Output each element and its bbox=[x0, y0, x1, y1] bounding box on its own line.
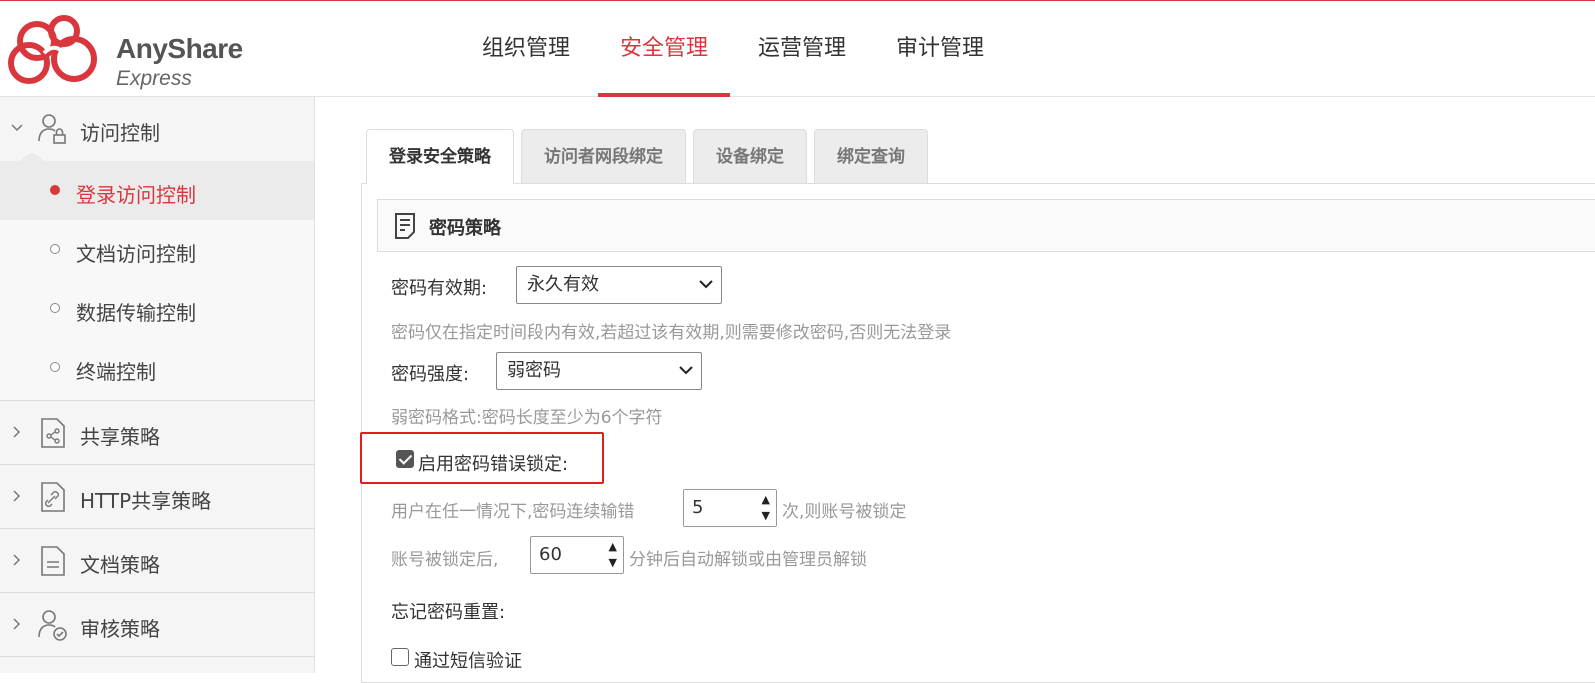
strength-label: 密码强度: bbox=[391, 364, 470, 385]
sidebar-item-login-access-control[interactable]: 登录访问控制 bbox=[0, 161, 314, 220]
strength-select-value: 弱密码 bbox=[507, 360, 561, 381]
user-lock-icon bbox=[38, 114, 66, 144]
lock-count-suffix: 次,则账号被锁定 bbox=[782, 502, 907, 522]
tab-device-binding[interactable]: 设备绑定 bbox=[693, 129, 807, 183]
user-check-icon bbox=[38, 610, 67, 641]
tab-login-security-policy[interactable]: 登录安全策略 bbox=[366, 129, 514, 184]
brand-name: AnyShare bbox=[116, 33, 243, 64]
reset-label: 忘记密码重置: bbox=[391, 602, 506, 623]
sidebar-group-label: HTTP共享策略 bbox=[80, 489, 212, 513]
section-header: 密码策略 bbox=[377, 199, 1595, 252]
link-doc-icon bbox=[41, 482, 65, 512]
chevron-right-icon bbox=[13, 554, 21, 566]
sidebar-item-label: 登录访问控制 bbox=[76, 183, 196, 207]
sidebar-item-label: 终端控制 bbox=[76, 360, 156, 384]
active-dot-icon bbox=[50, 185, 60, 195]
chevron-down-icon bbox=[679, 366, 693, 375]
expiry-label: 密码有效期: bbox=[391, 278, 488, 299]
sidebar-group-label: 文档策略 bbox=[80, 553, 160, 577]
sidebar: 访问控制 登录访问控制 文档访问控制 数据传输控制 终端控制 共享策略 HTTP… bbox=[0, 97, 315, 673]
sidebar-submenu-access-control: 登录访问控制 文档访问控制 数据传输控制 终端控制 bbox=[0, 161, 314, 401]
topnav-org-management[interactable]: 组织管理 bbox=[460, 1, 592, 97]
sidebar-item-terminal-control[interactable]: 终端控制 bbox=[0, 338, 314, 397]
sidebar-item-data-transfer-control[interactable]: 数据传输控制 bbox=[0, 279, 314, 338]
share-doc-icon bbox=[41, 418, 65, 448]
stepper-down-icon[interactable]: ▼ bbox=[609, 557, 617, 569]
brand-sub: Express bbox=[116, 67, 192, 90]
document-icon bbox=[41, 546, 65, 576]
sidebar-group-share-policy[interactable]: 共享策略 bbox=[0, 401, 314, 465]
chevron-down-icon bbox=[11, 124, 23, 132]
topnav-audit-management[interactable]: 审计管理 bbox=[874, 1, 1006, 97]
app-header: AnyShare Express 组织管理 安全管理 运营管理 审计管理 bbox=[0, 0, 1595, 97]
brand-logo[interactable]: AnyShare Express bbox=[4, 13, 244, 90]
sms-checkbox[interactable] bbox=[391, 648, 409, 666]
expiry-hint: 密码仅在指定时间段内有效,若超过该有效期,则需要修改密码,否则无法登录 bbox=[391, 323, 952, 343]
chevron-right-icon bbox=[13, 618, 21, 630]
unlock-prefix: 账号被锁定后, bbox=[391, 550, 499, 570]
sidebar-group-label: 共享策略 bbox=[80, 425, 160, 449]
sidebar-group-http-share-policy[interactable]: HTTP共享策略 bbox=[0, 465, 314, 529]
lock-count-value: 5 bbox=[692, 497, 704, 518]
stepper-down-icon[interactable]: ▼ bbox=[762, 510, 770, 522]
sidebar-group-access-control[interactable]: 访问控制 bbox=[0, 97, 314, 162]
tab-binding-query[interactable]: 绑定查询 bbox=[814, 129, 928, 183]
topnav-operations-management[interactable]: 运营管理 bbox=[736, 1, 868, 97]
sidebar-group-document-policy[interactable]: 文档策略 bbox=[0, 529, 314, 593]
lock-checkbox[interactable] bbox=[396, 450, 414, 468]
topnav-security-management[interactable]: 安全管理 bbox=[598, 1, 731, 97]
chevron-down-icon bbox=[699, 280, 713, 289]
circle-bullet-icon bbox=[50, 244, 60, 254]
policy-document-icon bbox=[395, 213, 415, 239]
top-navigation: 组织管理 安全管理 运营管理 审计管理 bbox=[460, 1, 1012, 97]
circle-bullet-icon bbox=[50, 362, 60, 372]
strength-hint: 弱密码格式:密码长度至少为6个字符 bbox=[391, 408, 663, 428]
chevron-right-icon bbox=[13, 490, 21, 502]
tab-visitor-segment-binding[interactable]: 访问者网段绑定 bbox=[521, 129, 686, 183]
stepper-up-icon[interactable]: ▲ bbox=[609, 541, 617, 553]
circle-bullet-icon bbox=[50, 303, 60, 313]
unlock-suffix: 分钟后自动解锁或由管理员解锁 bbox=[629, 550, 867, 570]
unlock-minutes-value: 60 bbox=[539, 544, 562, 565]
sidebar-item-label: 文档访问控制 bbox=[76, 242, 196, 266]
sidebar-group-label: 审核策略 bbox=[80, 617, 160, 641]
stepper-up-icon[interactable]: ▲ bbox=[762, 494, 770, 506]
lock-label: 启用密码错误锁定: bbox=[418, 454, 569, 475]
sms-label: 通过短信验证 bbox=[414, 651, 522, 672]
section-title: 密码策略 bbox=[429, 218, 501, 239]
strength-select[interactable]: 弱密码 bbox=[496, 352, 702, 390]
chevron-right-icon bbox=[13, 426, 21, 438]
sidebar-group-review-policy[interactable]: 审核策略 bbox=[0, 593, 314, 657]
anyshare-logo-icon bbox=[8, 15, 97, 84]
sidebar-item-document-access-control[interactable]: 文档访问控制 bbox=[0, 220, 314, 279]
tab-bar: 登录安全策略 访问者网段绑定 设备绑定 绑定查询 bbox=[366, 129, 935, 184]
lock-count-stepper[interactable]: 5 ▲ ▼ bbox=[683, 489, 777, 527]
expiry-select[interactable]: 永久有效 bbox=[516, 266, 722, 304]
unlock-minutes-stepper[interactable]: 60 ▲ ▼ bbox=[530, 536, 624, 574]
expiry-select-value: 永久有效 bbox=[527, 274, 599, 295]
sidebar-item-label: 数据传输控制 bbox=[76, 301, 196, 325]
sidebar-group-label: 访问控制 bbox=[80, 121, 160, 145]
lock-count-prefix: 用户在任一情况下,密码连续输错 bbox=[391, 502, 635, 522]
